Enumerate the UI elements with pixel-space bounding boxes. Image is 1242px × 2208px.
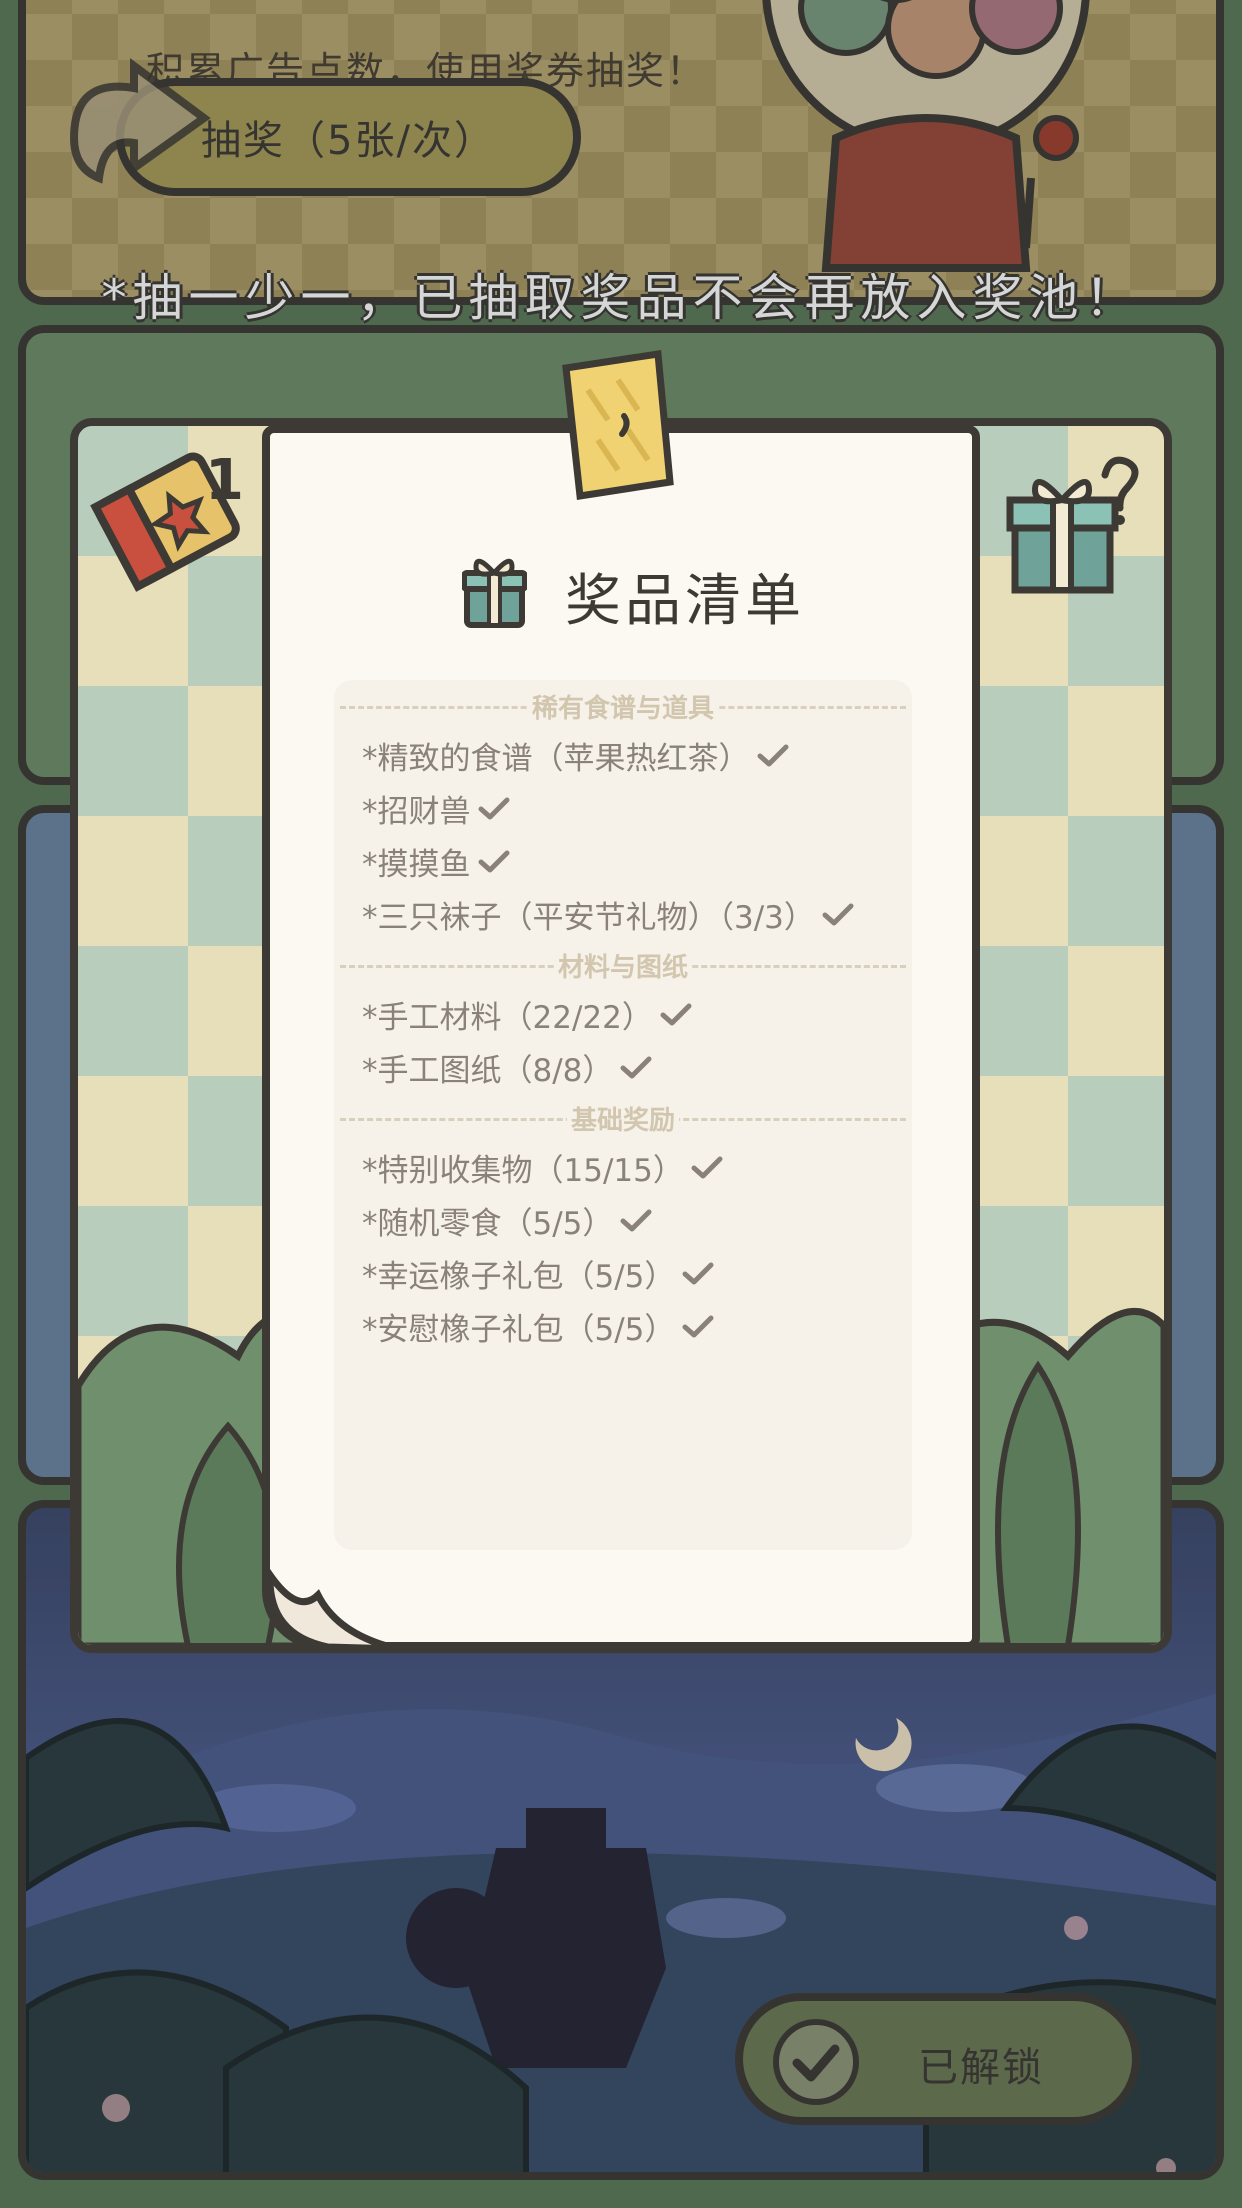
list-item: *随机零食（5/5） bbox=[362, 1197, 653, 1243]
list-item: *招财兽 bbox=[362, 785, 511, 831]
list-item: *安慰橡子礼包（5/5） bbox=[362, 1303, 715, 1349]
modal-title: 奖品清单 bbox=[565, 569, 805, 634]
tape-decoration bbox=[562, 350, 674, 500]
check-icon bbox=[478, 797, 509, 820]
check-icon bbox=[620, 1209, 652, 1232]
ticket-count: 1 bbox=[205, 448, 244, 513]
list-item: *特别收集物（15/15） bbox=[362, 1144, 724, 1190]
section-heading: 基础奖励 bbox=[340, 1098, 906, 1138]
check-icon bbox=[682, 1262, 714, 1285]
gift-icon bbox=[462, 558, 527, 628]
list-item: *摸摸鱼 bbox=[362, 838, 511, 884]
section-heading: 稀有食谱与道具 bbox=[340, 686, 906, 726]
list-item: *幸运橡子礼包（5/5） bbox=[362, 1250, 715, 1296]
check-icon bbox=[757, 744, 788, 767]
check-icon bbox=[822, 903, 854, 926]
check-icon bbox=[691, 1156, 723, 1179]
mystery-gift-icon bbox=[1006, 456, 1139, 594]
check-icon bbox=[620, 1056, 652, 1079]
section-heading: 材料与图纸 bbox=[340, 945, 906, 985]
check-icon bbox=[478, 850, 509, 873]
list-item: *手工图纸（8/8） bbox=[362, 1044, 653, 1090]
check-icon bbox=[682, 1315, 714, 1338]
list-item: *三只袜子（平安节礼物）（3/3） bbox=[362, 891, 855, 937]
list-item: *手工材料（22/22） bbox=[362, 991, 693, 1037]
check-icon bbox=[660, 1003, 692, 1026]
paper-curl bbox=[266, 1565, 399, 1653]
list-item: *精致的食谱（苹果热红茶） bbox=[362, 732, 790, 778]
